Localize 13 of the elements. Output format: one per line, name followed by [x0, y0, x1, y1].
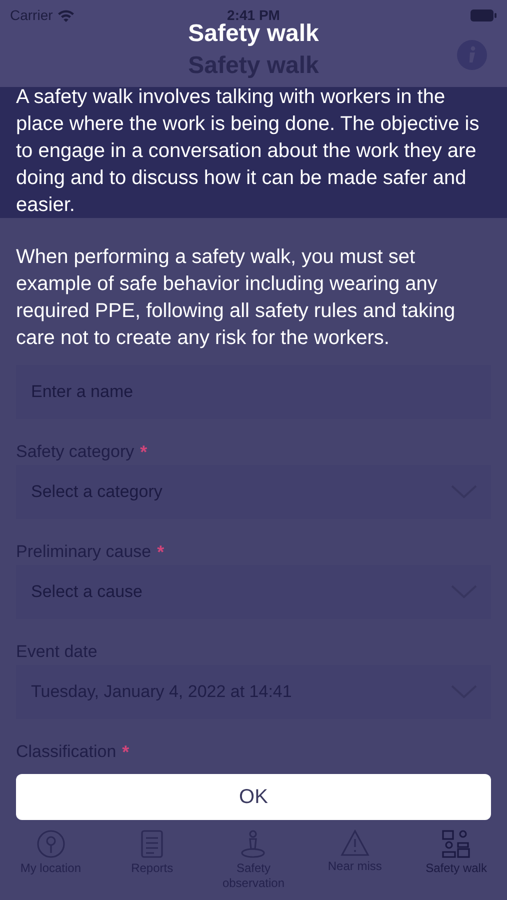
dialog-message: When performing a safety walk, you must set example of safe behavior including wearing any required PPE, following all safety rules and taking care not to create any risk for the workers. [16, 245, 456, 351]
dialog-message: A safety walk involves talking with workers in the place where the work is being done. The objective is to engage in a conversation about the work they are doing and to discuss how it can be made safer and easier. [16, 85, 480, 218]
wifi-icon [56, 8, 75, 22]
location-icon [36, 829, 66, 859]
document-icon [139, 829, 166, 859]
required-mark: * [140, 440, 148, 464]
required-mark: * [122, 740, 130, 764]
battery-icon [470, 8, 497, 22]
warning-icon [340, 829, 370, 857]
people-board-icon [441, 829, 472, 859]
dialog-title: Safety walk [188, 20, 319, 48]
required-mark: * [157, 540, 164, 564]
ok-button[interactable]: OK [16, 774, 491, 820]
